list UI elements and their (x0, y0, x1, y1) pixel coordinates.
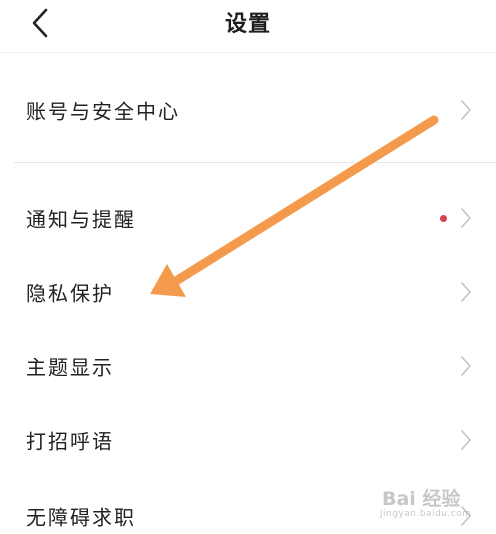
chevron-right-icon (461, 430, 471, 450)
watermark-brand: Bai 经验 (382, 488, 461, 510)
chevron-right-icon (461, 100, 471, 120)
settings-item-notifications[interactable]: 通知与提醒 (0, 192, 496, 244)
section-divider (14, 162, 496, 163)
settings-item-account-security[interactable]: 账号与安全中心 (0, 84, 496, 136)
header-divider (0, 52, 496, 53)
top-bar: 设置 (0, 0, 496, 50)
unread-dot (440, 215, 447, 222)
page-title: 设置 (224, 12, 271, 37)
settings-item-label: 账号与安全中心 (26, 99, 180, 124)
settings-screen: 设置 账号与安全中心 通知与提醒 隐私保护 主题显示 打招呼语 无障碍求职 Ba… (0, 0, 496, 534)
settings-item-label: 通知与提醒 (26, 207, 136, 232)
chevron-right-icon (461, 208, 471, 228)
chevron-right-icon (461, 356, 471, 376)
settings-item-theme[interactable]: 主题显示 (0, 340, 496, 392)
settings-item-label: 无障碍求职 (26, 505, 136, 530)
settings-item-label: 打招呼语 (26, 429, 114, 454)
chevron-right-icon (461, 282, 471, 302)
settings-item-greeting[interactable]: 打招呼语 (0, 414, 496, 466)
settings-item-label: 主题显示 (26, 355, 114, 380)
baidu-jingyan-watermark: Bai 经验 jingyan.baidu.com (362, 476, 482, 526)
settings-item-privacy[interactable]: 隐私保护 (0, 266, 496, 318)
settings-item-label: 隐私保护 (26, 281, 114, 306)
watermark-url: jingyan.baidu.com (380, 509, 472, 519)
